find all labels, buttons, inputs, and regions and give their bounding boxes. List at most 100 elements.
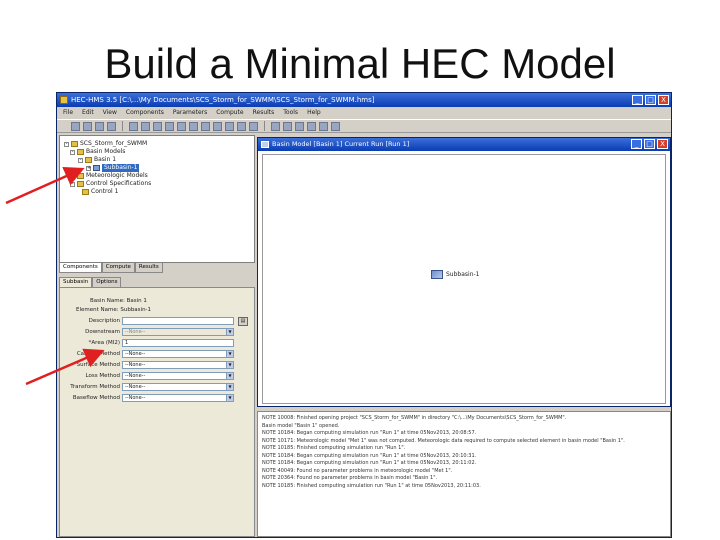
- tree-met-models[interactable]: + Meteorologic Models: [70, 172, 148, 180]
- slide-title: Build a Minimal HEC Model: [104, 40, 616, 87]
- downstream-value: --None--: [125, 329, 146, 335]
- area-input[interactable]: 1: [122, 339, 234, 347]
- minimize-button[interactable]: _: [632, 95, 643, 105]
- tree-control-specs-label: Control Specifications: [86, 180, 152, 187]
- menu-help[interactable]: Help: [307, 107, 321, 118]
- tree-root[interactable]: - SCS_Storm_for_SWMM: [64, 140, 147, 148]
- menu-bar: File Edit View Components Parameters Com…: [57, 107, 671, 118]
- log-line: NOTE 10184: Began computing simulation r…: [262, 430, 477, 436]
- subbasin-tool-icon[interactable]: [177, 121, 186, 131]
- arrow-tool-icon[interactable]: [129, 121, 138, 131]
- reach-tool-icon[interactable]: [189, 121, 198, 131]
- app-icon: [60, 96, 68, 104]
- tab-options[interactable]: Options: [92, 277, 122, 287]
- chevron-down-icon[interactable]: ▼: [226, 351, 233, 357]
- menu-components[interactable]: Components: [126, 107, 164, 118]
- tree-subbasin-label: Subbasin-1: [102, 164, 140, 172]
- message-log: NOTE 10008: Finished opening project "SC…: [257, 411, 671, 537]
- transform-method-select[interactable]: --None-- ▼: [122, 383, 234, 391]
- surface-method-label: Surface Method: [76, 362, 120, 368]
- description-edit-button[interactable]: ▤: [238, 317, 248, 326]
- child-minimize-button[interactable]: _: [631, 139, 642, 149]
- print-icon[interactable]: [107, 121, 116, 131]
- baseflow-method-value: --None--: [125, 395, 146, 401]
- chevron-down-icon[interactable]: ▼: [226, 329, 233, 335]
- collapse-icon[interactable]: -: [64, 141, 69, 147]
- tree-basin-models-label: Basin Models: [86, 148, 126, 155]
- menu-view[interactable]: View: [103, 107, 117, 118]
- chevron-down-icon[interactable]: ▼: [226, 384, 233, 390]
- zoom-tool-icon[interactable]: [153, 121, 162, 131]
- tab-compute[interactable]: Compute: [101, 263, 135, 273]
- expand-icon[interactable]: +: [70, 173, 75, 179]
- chevron-down-icon[interactable]: ▼: [226, 362, 233, 368]
- tab-components[interactable]: Components: [59, 263, 102, 273]
- compute-icon[interactable]: [271, 121, 280, 131]
- move-tool-icon[interactable]: [141, 121, 150, 131]
- toolbar-separator: [264, 121, 265, 131]
- collapse-icon[interactable]: -: [70, 149, 75, 155]
- log-line: Basin model "Basin 1" opened.: [262, 422, 340, 429]
- source-tool-icon[interactable]: [237, 121, 246, 131]
- baseflow-method-label: Baseflow Method: [72, 395, 120, 401]
- graph-icon[interactable]: [295, 121, 304, 131]
- canopy-method-select[interactable]: --None-- ▼: [122, 350, 234, 358]
- basin-model-titlebar[interactable]: Basin Model [Basin 1] Current Run [Run 1…: [258, 138, 670, 151]
- chevron-down-icon[interactable]: ▼: [226, 395, 233, 401]
- basin-model-title: Basin Model [Basin 1] Current Run [Run 1…: [272, 140, 410, 148]
- menu-file[interactable]: File: [63, 107, 73, 118]
- menu-results[interactable]: Results: [253, 107, 275, 118]
- expand-icon[interactable]: +: [86, 165, 91, 171]
- tree-control-specs[interactable]: - Control Specifications: [70, 180, 151, 188]
- child-close-button[interactable]: X: [657, 139, 668, 149]
- zoom-out-icon[interactable]: [165, 121, 174, 131]
- watershed-explorer-tree: - SCS_Storm_for_SWMM - Basin Models - Ba…: [59, 135, 255, 263]
- tree-basin-models[interactable]: - Basin Models: [70, 148, 125, 156]
- collapse-icon[interactable]: -: [70, 181, 75, 187]
- menu-parameters[interactable]: Parameters: [173, 107, 207, 118]
- open-icon[interactable]: [83, 121, 92, 131]
- maximize-button[interactable]: □: [645, 95, 656, 105]
- downstream-select[interactable]: --None-- ▼: [122, 328, 234, 336]
- menu-tools[interactable]: Tools: [283, 107, 298, 118]
- menu-compute[interactable]: Compute: [216, 107, 243, 118]
- global-summary-icon[interactable]: [331, 121, 340, 131]
- junction-tool-icon[interactable]: [213, 121, 222, 131]
- collapse-icon[interactable]: -: [78, 157, 83, 163]
- compute-run-icon[interactable]: [283, 121, 292, 131]
- child-maximize-button[interactable]: □: [644, 139, 655, 149]
- sink-tool-icon[interactable]: [249, 121, 258, 131]
- tree-root-label: SCS_Storm_for_SWMM: [80, 140, 148, 147]
- tree-control[interactable]: Control 1: [82, 188, 118, 196]
- new-icon[interactable]: [71, 121, 80, 131]
- description-input[interactable]: [122, 317, 234, 325]
- window-titlebar[interactable]: HEC-HMS 3.5 [C:\...\My Documents\SCS_Sto…: [57, 93, 671, 107]
- loss-method-select[interactable]: --None-- ▼: [122, 372, 234, 380]
- reservoir-tool-icon[interactable]: [201, 121, 210, 131]
- menu-edit[interactable]: Edit: [82, 107, 94, 118]
- close-button[interactable]: X: [658, 95, 669, 105]
- transform-method-label: Transform Method: [70, 384, 120, 390]
- component-editor: Basin Name: Basin 1 Element Name: Subbas…: [59, 287, 255, 537]
- surface-method-value: --None--: [125, 362, 146, 368]
- baseflow-method-select[interactable]: --None-- ▼: [122, 394, 234, 402]
- chevron-down-icon[interactable]: ▼: [226, 373, 233, 379]
- component-editor-tabs: Subbasin Options: [59, 277, 255, 287]
- tree-basin[interactable]: - Basin 1: [78, 156, 116, 164]
- log-line: NOTE 20364: Found no parameter problems …: [262, 475, 438, 481]
- tab-results[interactable]: Results: [134, 263, 163, 273]
- summary-table-icon[interactable]: [307, 121, 316, 131]
- toolbar-separator: [122, 121, 123, 131]
- surface-method-select[interactable]: --None-- ▼: [122, 361, 234, 369]
- time-series-table-icon[interactable]: [319, 121, 328, 131]
- hec-hms-window: HEC-HMS 3.5 [C:\...\My Documents\SCS_Sto…: [56, 92, 672, 538]
- canopy-method-label: Canopy Method: [76, 351, 120, 357]
- basin-map-canvas[interactable]: Subbasin-1: [262, 154, 666, 404]
- folder-icon: [71, 141, 78, 147]
- tree-subbasin[interactable]: + Subbasin-1: [86, 164, 140, 172]
- log-line: NOTE 40049: Found no parameter problems …: [262, 467, 453, 474]
- subbasin-element[interactable]: Subbasin-1: [431, 270, 479, 279]
- tab-subbasin[interactable]: Subbasin: [59, 277, 93, 287]
- diversion-tool-icon[interactable]: [225, 121, 234, 131]
- save-icon[interactable]: [95, 121, 104, 131]
